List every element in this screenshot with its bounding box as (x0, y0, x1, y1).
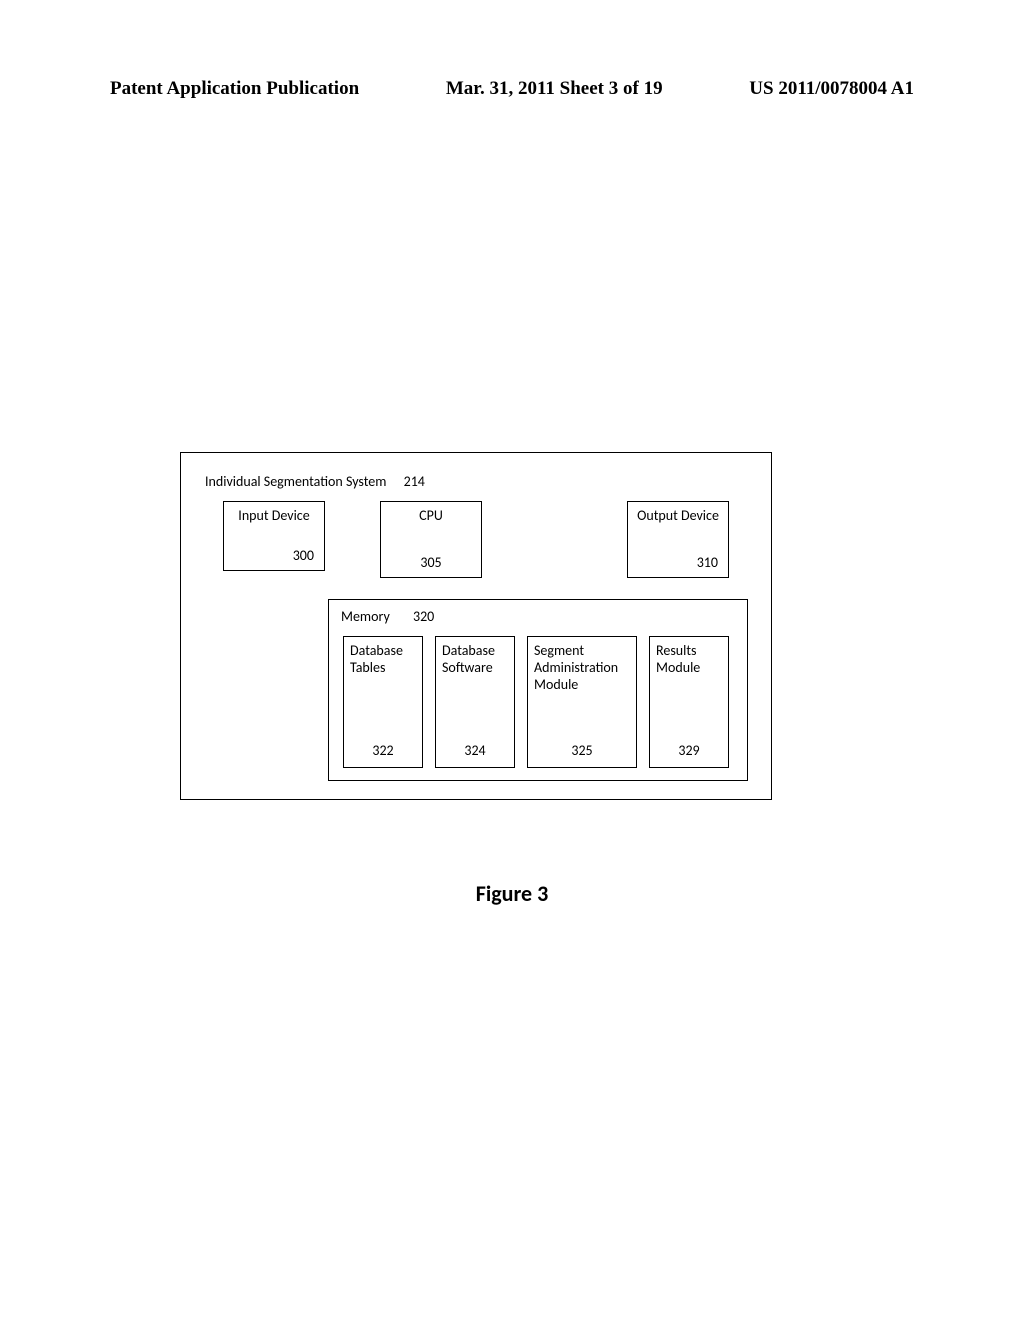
header-left: Patent Application Publication (110, 78, 359, 100)
patent-page: Patent Application Publication Mar. 31, … (0, 0, 1024, 1320)
cpu-box: CPU 305 (380, 501, 482, 578)
output-device-label: Output Device (628, 508, 728, 525)
system-title-num: 214 (404, 473, 425, 490)
memory-title: Memory (341, 608, 390, 625)
system-title-row: Individual Segmentation System 214 (205, 473, 425, 490)
memory-module-num: 324 (436, 742, 514, 759)
memory-title-row: Memory 320 (341, 608, 434, 625)
memory-title-num: 320 (413, 608, 434, 625)
memory-module-label: Database Tables (350, 643, 416, 677)
memory-box: Memory 320 Database Tables 322 Database … (328, 599, 748, 781)
cpu-label: CPU (381, 508, 481, 525)
memory-module-results: Results Module 329 (649, 636, 729, 768)
memory-module-label: Results Module (656, 643, 722, 677)
system-box: Individual Segmentation System 214 Input… (180, 452, 772, 800)
memory-module-label: Segment Administration Module (534, 643, 630, 693)
header-mid: Mar. 31, 2011 Sheet 3 of 19 (446, 78, 663, 100)
header-right: US 2011/0078004 A1 (749, 78, 914, 100)
system-title: Individual Segmentation System (205, 473, 386, 490)
output-device-num: 310 (697, 554, 718, 571)
memory-module-db-tables: Database Tables 322 (343, 636, 423, 768)
figure-caption: Figure 3 (0, 880, 1024, 907)
page-header: Patent Application Publication Mar. 31, … (110, 78, 914, 100)
memory-module-num: 322 (344, 742, 422, 759)
input-device-label: Input Device (224, 508, 324, 525)
input-device-box: Input Device 300 (223, 501, 325, 571)
memory-module-num: 329 (650, 742, 728, 759)
memory-module-db-software: Database Software 324 (435, 636, 515, 768)
cpu-num: 305 (381, 554, 481, 571)
output-device-box: Output Device 310 (627, 501, 729, 578)
input-device-num: 300 (293, 547, 314, 564)
memory-module-num: 325 (528, 742, 636, 759)
memory-module-segment-admin: Segment Administration Module 325 (527, 636, 637, 768)
memory-module-label: Database Software (442, 643, 508, 677)
